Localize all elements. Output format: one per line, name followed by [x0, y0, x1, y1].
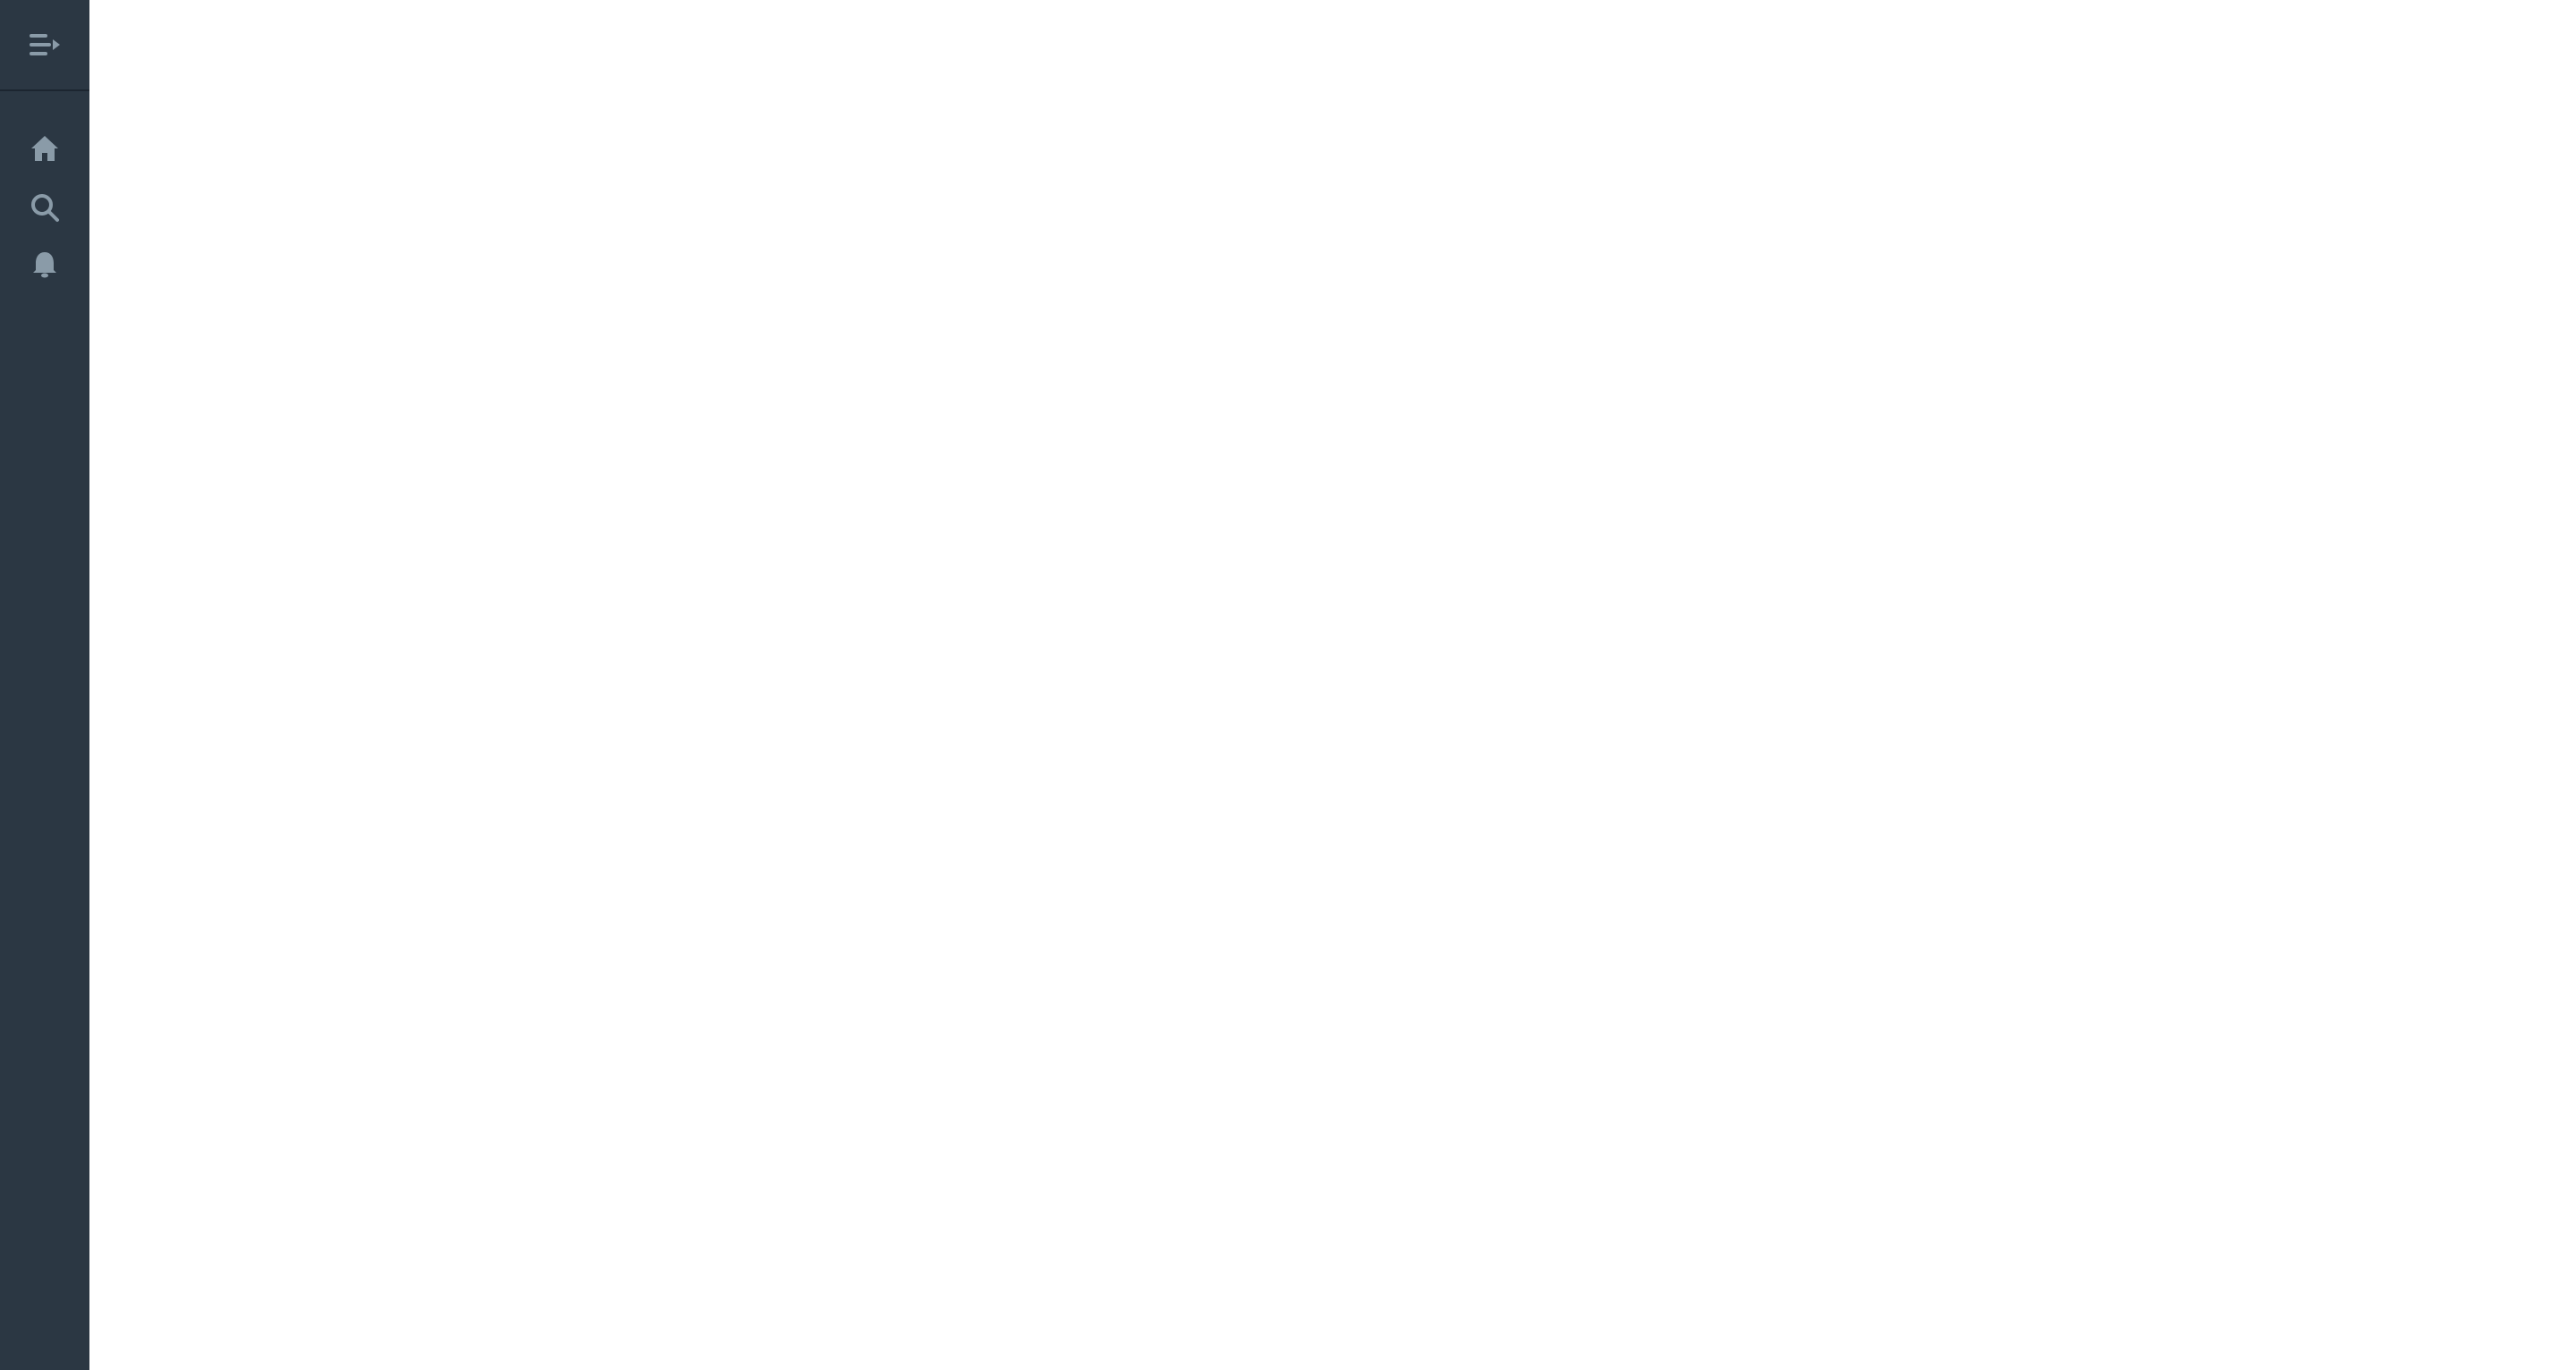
left-nav-rail — [0, 0, 89, 1370]
notifications-bell-icon[interactable] — [23, 243, 66, 286]
expand-menu-icon[interactable] — [23, 23, 66, 66]
search-icon[interactable] — [23, 186, 66, 229]
home-icon[interactable] — [23, 127, 66, 170]
